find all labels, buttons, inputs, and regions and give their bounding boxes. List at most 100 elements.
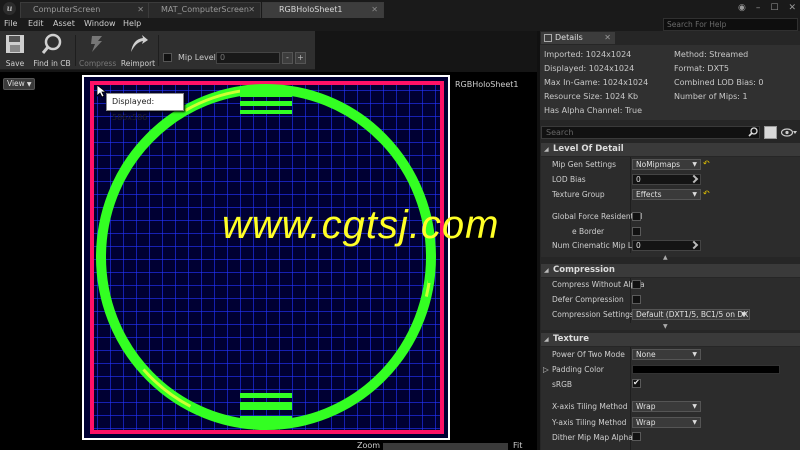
lod-bias-input[interactable]: 0 (632, 174, 701, 185)
tab-rgb-holo-sheet[interactable]: RGBHoloSheet1 ✕ (262, 2, 384, 18)
reimport-button[interactable]: Reimport (120, 33, 156, 68)
zoom-slider[interactable] (383, 443, 508, 450)
dropdown-value: Effects (636, 190, 662, 199)
collapse-triangle-icon: ◢ (544, 267, 549, 274)
tab-label: MAT_ComputerScreen (161, 5, 249, 14)
mip-level-input[interactable]: 0 (216, 52, 280, 64)
tab-close-icon[interactable]: ✕ (371, 3, 378, 17)
section-title: Compression (553, 265, 615, 275)
prop-srgb: sRGB (552, 380, 573, 389)
tab-mat-computer-screen[interactable]: MAT_ComputerScreen ✕ (148, 2, 261, 18)
search-help-input[interactable]: Search For Help (663, 18, 798, 31)
view-menu-button[interactable]: View ▼ (3, 78, 35, 90)
y-tiling-dropdown[interactable]: Wrap ▼ (632, 417, 701, 428)
reimport-label: Reimport (120, 59, 156, 68)
power-of-two-dropdown[interactable]: None ▼ (632, 349, 701, 360)
save-button[interactable]: Save (3, 33, 27, 68)
details-tab[interactable]: Details ✕ (541, 32, 615, 44)
unreal-logo-icon: u (3, 2, 16, 15)
info-imported: Imported: 1024x1024 (544, 50, 632, 59)
mip-level-checkbox[interactable] (163, 53, 172, 62)
expand-advanced-icon[interactable]: ▼ (663, 323, 668, 330)
prop-padding-color: Padding Color (552, 365, 604, 374)
menu-window[interactable]: Window (84, 19, 116, 28)
compress-without-alpha-checkbox[interactable] (632, 280, 641, 289)
section-level-of-detail[interactable]: ◢ Level Of Detail (541, 143, 800, 156)
mip-level-label: Mip Level: (178, 53, 219, 62)
texture-preview (84, 77, 448, 438)
defer-compression-checkbox[interactable] (632, 295, 641, 304)
section-title: Level Of Detail (553, 144, 624, 154)
compress-button[interactable]: Compress (79, 33, 117, 68)
drag-handle-icon (689, 174, 699, 184)
field-value: 0 (636, 175, 641, 184)
menu-asset[interactable]: Asset (53, 19, 75, 28)
reset-to-default-icon[interactable]: ↶ (703, 189, 710, 198)
tab-label: RGBHoloSheet1 (279, 5, 343, 14)
dither-mip-alpha-checkbox[interactable] (632, 432, 641, 441)
padding-color-swatch[interactable] (632, 365, 780, 374)
compression-settings-dropdown[interactable]: Default (DXT1/5, BC1/5 on DX11) ▼ (632, 309, 750, 320)
mip-gen-settings-dropdown[interactable]: NoMipmaps ▼ (632, 159, 701, 170)
collapse-triangle-icon: ◢ (544, 336, 549, 343)
dropdown-value: None (636, 350, 656, 359)
mip-minus-button[interactable]: - (282, 52, 293, 64)
details-icon (544, 34, 552, 42)
prop-power-of-two: Power Of Two Mode (552, 350, 625, 359)
tab-label: ComputerScreen (33, 5, 101, 14)
zoom-fit-label: Fit (513, 441, 523, 450)
tab-computer-screen[interactable]: ComputerScreen ✕ (20, 2, 150, 18)
expand-advanced-icon[interactable]: ▲ (663, 254, 668, 261)
x-tiling-dropdown[interactable]: Wrap ▼ (632, 401, 701, 412)
prop-compression-settings: Compression Settings (552, 310, 634, 319)
field-value: 0 (636, 241, 641, 250)
menu-help[interactable]: Help (123, 19, 141, 28)
minimize-icon[interactable]: – (756, 3, 761, 15)
toolbar-separator (158, 35, 159, 66)
info-displayed: Displayed: 1024x1024 (544, 64, 635, 73)
watermark-text: www.cgtsj.com (222, 203, 500, 247)
global-force-resident-checkbox[interactable] (632, 212, 641, 221)
drag-handle-icon (689, 240, 699, 250)
info-method: Method: Streamed (674, 50, 749, 59)
tab-close-icon[interactable]: ✕ (137, 3, 144, 17)
details-tab-label: Details (555, 33, 583, 42)
tab-close-icon[interactable]: ✕ (248, 3, 255, 17)
prop-defer-compression: Defer Compression (552, 295, 624, 304)
compress-label: Compress (79, 59, 117, 68)
menu-file[interactable]: File (4, 19, 17, 28)
chevron-down-icon: ▼ (692, 419, 697, 426)
prop-dither-mip-alpha: Dither Mip Map Alpha (552, 433, 633, 442)
find-in-cb-button[interactable]: Find in CB (33, 33, 71, 68)
magnifier-icon (41, 33, 62, 54)
user-icon[interactable]: ◉ (738, 3, 746, 15)
prop-compress-without-alpha: Compress Without Alpha (552, 280, 645, 289)
reset-to-default-icon[interactable]: ↶ (703, 159, 710, 168)
grid-view-icon[interactable] (764, 126, 777, 139)
close-window-icon[interactable]: ✕ (788, 3, 796, 15)
section-compression[interactable]: ◢ Compression (541, 264, 800, 277)
num-cinematic-mip-input[interactable]: 0 (632, 240, 701, 251)
details-search-input[interactable]: Search (541, 126, 760, 139)
menu-edit[interactable]: Edit (28, 19, 44, 28)
eye-icon[interactable] (781, 128, 797, 137)
prop-y-axis-tiling: Y-axis Tiling Method (552, 418, 627, 427)
save-icon (6, 35, 24, 53)
chevron-down-icon: ▼ (741, 311, 746, 318)
chevron-down-icon: ▼ (26, 81, 32, 88)
section-texture[interactable]: ◢ Texture (541, 333, 800, 346)
dropdown-value: NoMipmaps (636, 160, 681, 169)
chevron-down-icon: ▼ (692, 351, 697, 358)
texture-group-dropdown[interactable]: Effects ▼ (632, 189, 701, 200)
save-label: Save (5, 59, 25, 68)
window-controls: ◉ – ☐ ✕ (738, 3, 796, 15)
mip-plus-button[interactable]: + (295, 52, 306, 64)
close-icon[interactable]: ✕ (604, 32, 611, 44)
info-has-alpha: Has Alpha Channel: True (544, 106, 642, 115)
chevron-down-icon: ▼ (692, 403, 697, 410)
maximize-icon[interactable]: ☐ (770, 3, 778, 15)
expand-triangle-icon[interactable]: ▷ (543, 365, 549, 374)
preserve-border-checkbox[interactable] (632, 227, 641, 236)
srgb-checkbox[interactable] (632, 378, 641, 388)
dropdown-value: Default (DXT1/5, BC1/5 on DX11) (636, 310, 750, 319)
